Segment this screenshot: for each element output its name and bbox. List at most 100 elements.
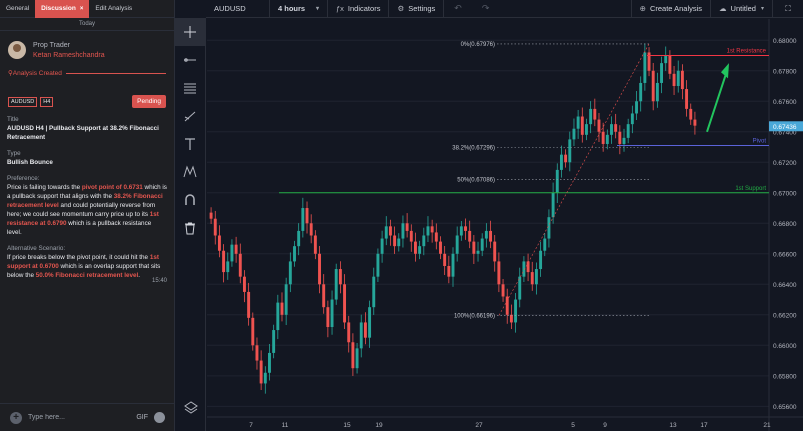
- indicators-icon: ƒx: [336, 4, 344, 13]
- date-tick-label: 13: [669, 422, 677, 429]
- date-tick-label: 5: [571, 422, 575, 429]
- settings-button[interactable]: ⚙ Settings: [389, 0, 445, 18]
- pattern-icon[interactable]: [175, 158, 205, 186]
- candle-body: [343, 284, 347, 323]
- highlight-pivot: pivot point of 0.6731: [81, 184, 143, 191]
- candle-body: [297, 230, 301, 247]
- candle-body: [409, 230, 413, 242]
- divider: [65, 72, 166, 74]
- type-value: Bullish Bounce: [7, 159, 53, 166]
- candle-body: [480, 238, 484, 251]
- candle-body: [618, 131, 622, 144]
- candle-body: [230, 244, 234, 262]
- candle-body: [576, 116, 580, 129]
- candle-body: [213, 218, 217, 236]
- panel-tabs: General Discussion × Edit Analysis: [0, 0, 174, 18]
- tab-general-label: General: [6, 5, 30, 12]
- candle-body: [372, 276, 376, 308]
- crosshair-icon[interactable]: [175, 18, 205, 46]
- chart-canvas[interactable]: 0.680000.678000.676000.674000.672000.670…: [207, 19, 803, 431]
- candle-body: [388, 226, 392, 236]
- candle-body: [255, 345, 259, 361]
- date-tick-label: 15: [343, 422, 351, 429]
- date-tick-label: 27: [475, 422, 483, 429]
- symbol-selector[interactable]: AUDUSD: [206, 0, 270, 18]
- layout-name-button[interactable]: ☁ Untitled ▾: [711, 0, 773, 18]
- tab-close-icon[interactable]: ×: [80, 6, 84, 12]
- candle-body: [280, 302, 284, 315]
- trash-icon[interactable]: [175, 214, 205, 242]
- interval-selector[interactable]: 4 hours ▾: [270, 0, 328, 18]
- undo-icon[interactable]: ↶: [444, 3, 472, 14]
- candle-body: [384, 226, 388, 239]
- fib-levels-icon[interactable]: [175, 74, 205, 102]
- add-circle-icon: ⊕: [639, 4, 646, 13]
- candle-body: [643, 52, 647, 83]
- text-icon[interactable]: [175, 130, 205, 158]
- candle-body: [434, 232, 438, 242]
- candle-body: [547, 217, 551, 239]
- indicators-button[interactable]: ƒx Indicators: [328, 0, 390, 18]
- tab-general[interactable]: General: [0, 0, 35, 18]
- avatar[interactable]: [8, 41, 26, 59]
- candle-body: [338, 269, 342, 285]
- analysis-created-line: ⚲ Analysis Created: [0, 61, 174, 77]
- trend-line-icon[interactable]: [175, 102, 205, 130]
- status-badge[interactable]: Pending: [132, 95, 166, 108]
- horizontal-line-icon[interactable]: [175, 46, 205, 74]
- tab-discussion[interactable]: Discussion ×: [35, 0, 90, 18]
- alternative-label: Alternative Scenario:: [7, 245, 66, 252]
- price-tick-label: 0.66200: [773, 312, 797, 319]
- candle-body: [276, 302, 280, 331]
- candle-body: [605, 134, 609, 144]
- date-tick-label: 9: [603, 422, 607, 429]
- create-analysis-button[interactable]: ⊕ Create Analysis: [630, 0, 712, 18]
- author-name[interactable]: Ketan Rameshchandra: [33, 51, 105, 61]
- candle-body: [209, 212, 213, 219]
- candle-body: [614, 124, 618, 132]
- add-attachment-icon[interactable]: +: [10, 411, 22, 424]
- candle-body: [514, 299, 518, 323]
- preference-label: Preference:: [7, 175, 40, 182]
- candle-body: [247, 291, 251, 318]
- magnet-icon[interactable]: [175, 186, 205, 214]
- price-tick-label: 0.65800: [773, 373, 797, 380]
- layers-icon[interactable]: [175, 393, 206, 421]
- candle-body: [680, 70, 684, 90]
- message-input[interactable]: [28, 414, 137, 421]
- candle-body: [585, 124, 588, 135]
- candle-body: [543, 238, 547, 251]
- candle-body: [526, 261, 530, 273]
- level-label: 1st Support: [735, 186, 766, 192]
- candle-body: [593, 108, 597, 120]
- indicators-label: Indicators: [347, 4, 381, 13]
- fullscreen-button[interactable]: ⛶: [773, 0, 803, 18]
- redo-icon[interactable]: ↷: [472, 3, 500, 14]
- tab-discussion-label: Discussion: [41, 5, 76, 12]
- tab-edit-analysis[interactable]: Edit Analysis: [89, 0, 138, 18]
- candle-body: [393, 235, 397, 247]
- price-tick-label: 0.66000: [773, 343, 797, 350]
- price-tick-label: 0.67200: [773, 160, 797, 167]
- candle-body: [347, 322, 351, 343]
- candle-body: [476, 250, 480, 254]
- candle-body: [226, 261, 230, 273]
- candle-body: [351, 342, 355, 369]
- candle-body: [651, 70, 655, 102]
- date-tick-label: 17: [700, 422, 708, 429]
- candle-body: [655, 82, 659, 102]
- candle-body: [268, 352, 271, 373]
- candle-body: [414, 241, 417, 254]
- gif-button[interactable]: GIF: [136, 414, 148, 421]
- candle-body: [418, 246, 422, 254]
- fib-level-label: 50%(0.67086): [457, 178, 495, 184]
- price-tick-label: 0.66600: [773, 251, 797, 258]
- price-chart[interactable]: 0.68000 0.67800 0.67600 0.67400 0.67200 0.670…: [207, 19, 803, 431]
- candle-body: [293, 246, 296, 262]
- emoji-icon[interactable]: [154, 412, 165, 423]
- level-label: Pivot: [753, 138, 767, 144]
- fib-level-label: 38.2%(0.67296): [452, 146, 495, 152]
- candle-body: [610, 124, 613, 135]
- candle-body: [572, 128, 576, 140]
- text-span: If price breaks below the pivot point, i…: [7, 254, 150, 261]
